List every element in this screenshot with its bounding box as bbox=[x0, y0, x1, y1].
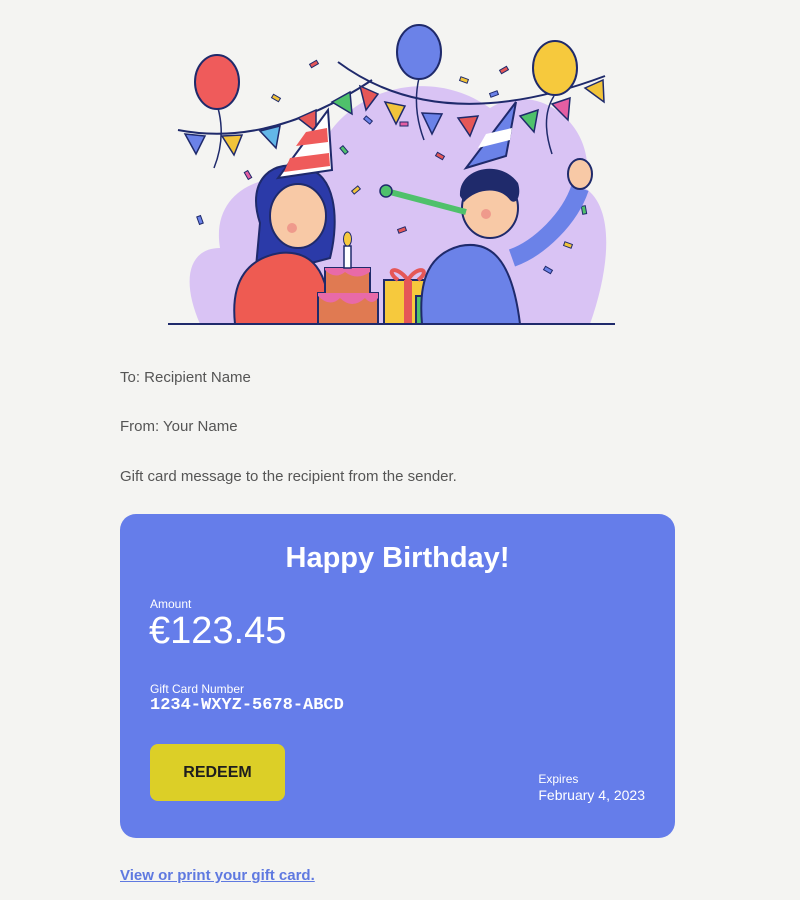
balloon bbox=[532, 40, 578, 96]
sender-line: From: Your Name bbox=[120, 418, 238, 435]
bunting-flag bbox=[220, 134, 244, 157]
candle-flame bbox=[343, 231, 352, 247]
card-title: Happy Birthday! bbox=[285, 542, 510, 574]
candle bbox=[343, 245, 352, 269]
balloon-string bbox=[213, 107, 222, 169]
amount-value: €123.45 bbox=[149, 610, 287, 652]
gift-card: Happy Birthday! Amount €123.45 Gift Card… bbox=[120, 514, 675, 838]
expires-date: February 4, 2023 bbox=[538, 787, 645, 803]
woman-face bbox=[269, 183, 327, 249]
bunting-flag bbox=[183, 133, 207, 156]
expires-label: Expires bbox=[538, 772, 579, 786]
bunting-flag bbox=[583, 78, 605, 104]
redeem-button[interactable]: REDEEM bbox=[150, 744, 285, 801]
recipient-line: To: Recipient Name bbox=[120, 369, 251, 386]
man-hand bbox=[567, 158, 593, 190]
card-number-label: Gift Card Number bbox=[150, 682, 245, 696]
amount-label: Amount bbox=[150, 597, 192, 611]
gift-card-email: To: Recipient Name From: Your Name Gift … bbox=[0, 0, 800, 900]
balloon bbox=[194, 54, 240, 110]
card-number-value: 1234-WXYZ-5678-ABCD bbox=[150, 696, 344, 715]
woman-cheek bbox=[287, 223, 297, 233]
gift-message: Gift card message to the recipient from … bbox=[120, 468, 457, 485]
man-cheek bbox=[481, 209, 491, 219]
view-print-link[interactable]: View or print your gift card. bbox=[120, 867, 315, 884]
birthday-party-illustration bbox=[168, 24, 615, 325]
expiry-block: Expires February 4, 2023 bbox=[538, 772, 645, 803]
balloon bbox=[396, 24, 442, 80]
bunting-flag bbox=[330, 90, 353, 116]
